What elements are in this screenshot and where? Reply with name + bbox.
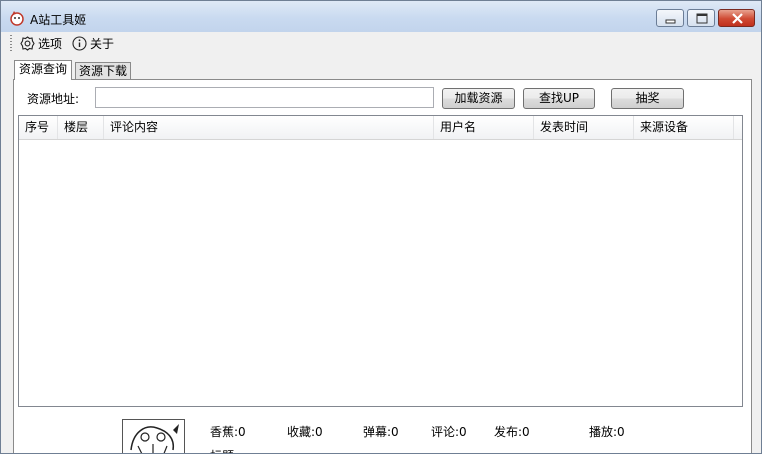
close-button[interactable]: [718, 9, 755, 27]
menu-about[interactable]: 关于: [72, 34, 114, 52]
menu-options-label: 选项: [38, 36, 63, 51]
app-logo-icon: [10, 11, 24, 26]
app-window: A站工具姬 选项 关于 资源查询 资源下载 资源地址: 加载资源 查找UP 抽奖: [0, 0, 762, 454]
address-input[interactable]: [95, 87, 434, 108]
title-bar[interactable]: A站工具姬: [1, 1, 761, 32]
stat-favorites: 收藏:0: [287, 425, 323, 439]
column-header-post-time[interactable]: 发表时间: [534, 116, 634, 139]
stat-banana: 香蕉:0: [210, 425, 246, 439]
find-up-button[interactable]: 查找UP: [523, 88, 595, 109]
column-header-username[interactable]: 用户名: [434, 116, 534, 139]
load-resource-button[interactable]: 加载资源: [442, 88, 515, 109]
column-header-index[interactable]: 序号: [19, 116, 58, 139]
stat-comments: 评论:0: [431, 425, 467, 439]
info-icon: [72, 35, 87, 51]
toolbar-grip[interactable]: [10, 35, 12, 51]
address-label: 资源地址:: [27, 92, 80, 106]
cover-thumbnail: [122, 419, 185, 453]
close-icon: [732, 13, 743, 24]
minimize-icon: [665, 19, 676, 24]
menu-options[interactable]: 选项: [20, 34, 62, 52]
column-header-floor[interactable]: 楼层: [58, 116, 104, 139]
comments-table[interactable]: 序号 楼层 评论内容 用户名 发表时间 来源设备: [18, 115, 743, 407]
gear-icon: [20, 35, 35, 51]
table-header: 序号 楼层 评论内容 用户名 发表时间 来源设备: [19, 116, 742, 140]
column-header-device[interactable]: 来源设备: [634, 116, 734, 139]
tab-resource-query[interactable]: 资源查询: [14, 60, 72, 80]
stat-danmaku: 弹幕:0: [363, 425, 399, 439]
minimize-button[interactable]: [656, 9, 684, 27]
maximize-button[interactable]: [687, 9, 715, 27]
menu-about-label: 关于: [90, 36, 115, 51]
lottery-button[interactable]: 抽奖: [611, 88, 684, 109]
stat-published: 发布:0: [494, 425, 530, 439]
stat-plays: 播放:0: [589, 425, 625, 439]
tab-resource-download[interactable]: 资源下载: [75, 62, 131, 80]
column-header-content[interactable]: 评论内容: [104, 116, 434, 139]
stat-title-label: 标题: [210, 447, 234, 453]
maximize-icon: [696, 13, 708, 24]
menu-bar: [1, 32, 761, 54]
window-title: A站工具姬: [30, 13, 87, 27]
